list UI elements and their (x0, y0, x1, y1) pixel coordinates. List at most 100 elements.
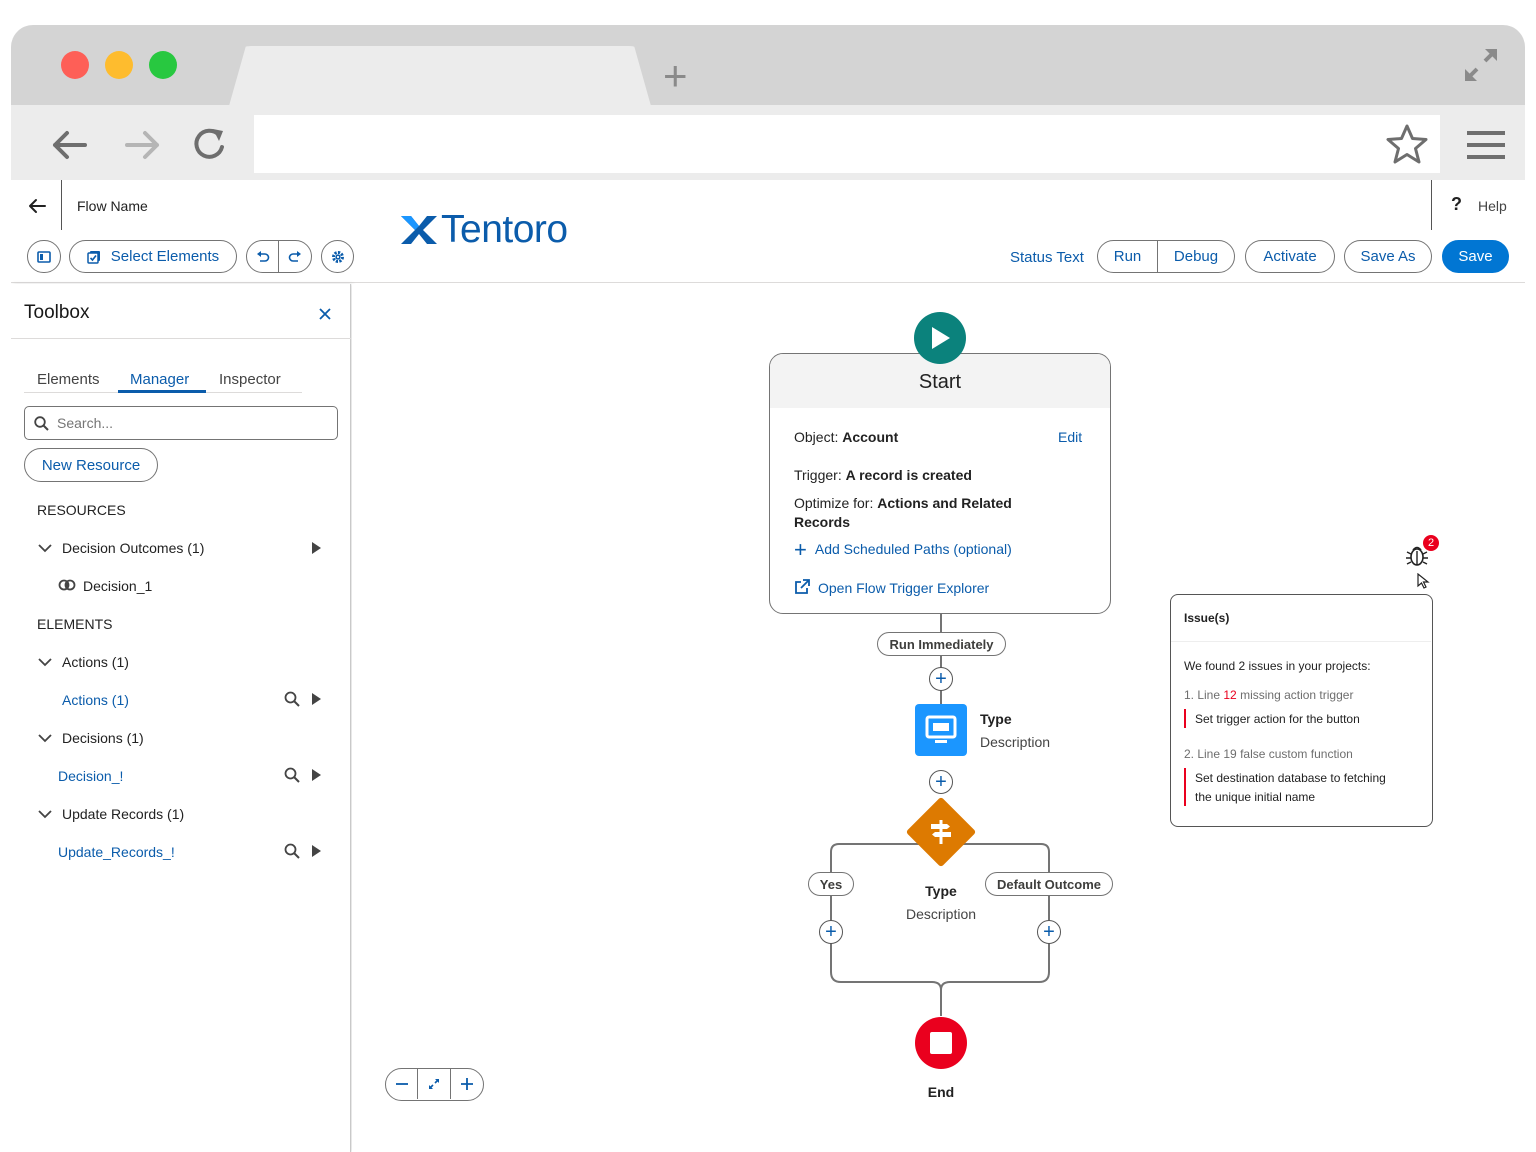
undo-redo-group (246, 240, 312, 273)
active-tab-indicator (118, 390, 206, 393)
toggle-toolbox-button[interactable] (27, 240, 61, 273)
tree-decision-item[interactable]: Decision_! (11, 761, 351, 791)
tab-elements[interactable]: Elements (37, 371, 100, 388)
toolbox-tabs: Elements Manager Inspector (24, 371, 302, 393)
maximize-window-dot[interactable] (149, 51, 177, 79)
tree-actions-item[interactable]: Actions (1) (11, 685, 351, 715)
search-box[interactable] (24, 406, 338, 440)
issue-2-suffix: false custom function (1236, 747, 1353, 761)
zoom-out-button[interactable] (386, 1069, 419, 1099)
save-as-button[interactable]: Save As (1344, 240, 1432, 273)
open-explorer-link[interactable]: Open Flow Trigger Explorer (794, 579, 989, 596)
debug-label: Debug (1173, 248, 1219, 265)
stop-icon (930, 1032, 952, 1054)
expand-triangle-icon[interactable] (312, 542, 321, 554)
toolbox-title: Toolbox (24, 302, 90, 323)
reload-icon[interactable] (189, 125, 229, 165)
search-input[interactable] (57, 413, 327, 433)
chevron-down-icon (38, 734, 52, 743)
zoom-in-button[interactable] (451, 1069, 483, 1099)
help-link[interactable]: Help (1478, 198, 1507, 214)
redo-button[interactable] (279, 241, 311, 272)
decision-item-label[interactable]: Decision_! (58, 768, 123, 784)
issues-divider (1171, 641, 1431, 642)
address-bar[interactable] (254, 115, 1440, 173)
browser-tab[interactable] (229, 46, 651, 106)
outcome-rings-icon (58, 579, 76, 591)
activate-button[interactable]: Activate (1245, 240, 1335, 273)
signpost-icon (931, 820, 951, 844)
run-button[interactable]: Run (1098, 241, 1158, 272)
back-icon[interactable] (27, 198, 47, 214)
close-window-dot[interactable] (61, 51, 89, 79)
tree-decision-outcomes[interactable]: Decision Outcomes (1) (11, 533, 351, 563)
expand-arrows-icon (429, 1079, 440, 1089)
debug-bug-button[interactable]: 2 (1404, 535, 1439, 568)
fullscreen-icon[interactable] (1461, 45, 1501, 85)
add-element-button[interactable]: + (929, 770, 953, 794)
search-icon[interactable] (284, 691, 300, 707)
add-element-button[interactable]: + (819, 920, 843, 944)
expand-triangle-icon[interactable] (312, 769, 321, 781)
fit-view-button[interactable] (418, 1069, 451, 1099)
tree-update-records-item[interactable]: Update_Records_! (11, 837, 351, 867)
panel-icon (37, 250, 51, 263)
yes-outcome-pill[interactable]: Yes (808, 872, 854, 896)
debug-button[interactable]: Debug (1158, 241, 1234, 272)
undo-button[interactable] (247, 241, 280, 272)
close-icon[interactable] (319, 308, 331, 320)
issue-1-marker (1184, 709, 1186, 728)
browser-menu-icon[interactable] (1467, 127, 1507, 163)
update-records-item-label[interactable]: Update_Records_! (58, 844, 175, 860)
minimize-window-dot[interactable] (105, 51, 133, 79)
new-resource-button[interactable]: New Resource (24, 448, 158, 482)
help-icon[interactable]: ? (1451, 194, 1462, 215)
issues-title: Issue(s) (1184, 611, 1230, 625)
tree-update-records-group[interactable]: Update Records (1) (11, 799, 351, 829)
undo-icon (256, 250, 269, 262)
tab-inspector[interactable]: Inspector (219, 371, 281, 388)
new-tab-icon[interactable]: + (663, 55, 688, 97)
trigger-key: Trigger: (794, 467, 842, 483)
select-elements-button[interactable]: Select Elements (69, 240, 237, 273)
settings-button[interactable] (321, 240, 354, 273)
edit-link[interactable]: Edit (1058, 429, 1082, 445)
search-icon[interactable] (284, 843, 300, 859)
resources-heading: RESOURCES (37, 502, 126, 518)
object-key: Object: (794, 429, 839, 445)
tree-decision-1[interactable]: Decision_1 (11, 571, 351, 601)
decision-outcomes-label: Decision Outcomes (1) (62, 540, 205, 556)
add-element-button[interactable]: + (929, 667, 953, 691)
status-text: Status Text (1010, 249, 1084, 266)
issues-popover: Issue(s) We found 2 issues in your proje… (1170, 594, 1433, 827)
actions-item-label[interactable]: Actions (1) (62, 692, 129, 708)
default-outcome-pill[interactable]: Default Outcome (985, 872, 1113, 896)
browser-window: + Flow Name Tentoro ? Help Select Elemen… (11, 25, 1525, 1152)
browser-nav-bar (11, 105, 1525, 180)
chevron-down-icon (38, 810, 52, 819)
tree-actions-group[interactable]: Actions (1) (11, 647, 351, 677)
flow-canvas[interactable]: Start Object: Account Edit Trigger: A re… (352, 284, 1525, 1152)
save-label: Save (1458, 248, 1493, 265)
flow-name[interactable]: Flow Name (77, 198, 148, 214)
issue-1-title: 1. Line 12 missing action trigger (1184, 688, 1353, 702)
start-node-icon[interactable] (914, 312, 966, 364)
expand-triangle-icon[interactable] (312, 845, 321, 857)
search-icon[interactable] (284, 767, 300, 783)
back-arrow-icon[interactable] (49, 125, 89, 165)
add-element-button[interactable]: + (1037, 920, 1061, 944)
tab-manager[interactable]: Manager (130, 371, 189, 388)
tree-decisions-group[interactable]: Decisions (1) (11, 723, 351, 753)
expand-triangle-icon[interactable] (312, 693, 321, 705)
start-card[interactable]: Start Object: Account Edit Trigger: A re… (769, 353, 1111, 614)
run-immediately-pill[interactable]: Run Immediately (877, 632, 1006, 656)
action-node[interactable] (915, 704, 967, 756)
save-button[interactable]: Save (1442, 240, 1509, 273)
bookmark-star-icon[interactable] (1385, 123, 1429, 167)
forward-arrow-icon[interactable] (123, 125, 163, 165)
end-node[interactable] (915, 1017, 967, 1069)
screen-icon (925, 715, 957, 743)
issue-1-suffix: missing action trigger (1236, 688, 1354, 702)
add-scheduled-paths-link[interactable]: + Add Scheduled Paths (optional) (794, 539, 1012, 561)
update-records-group-label: Update Records (1) (62, 806, 185, 822)
